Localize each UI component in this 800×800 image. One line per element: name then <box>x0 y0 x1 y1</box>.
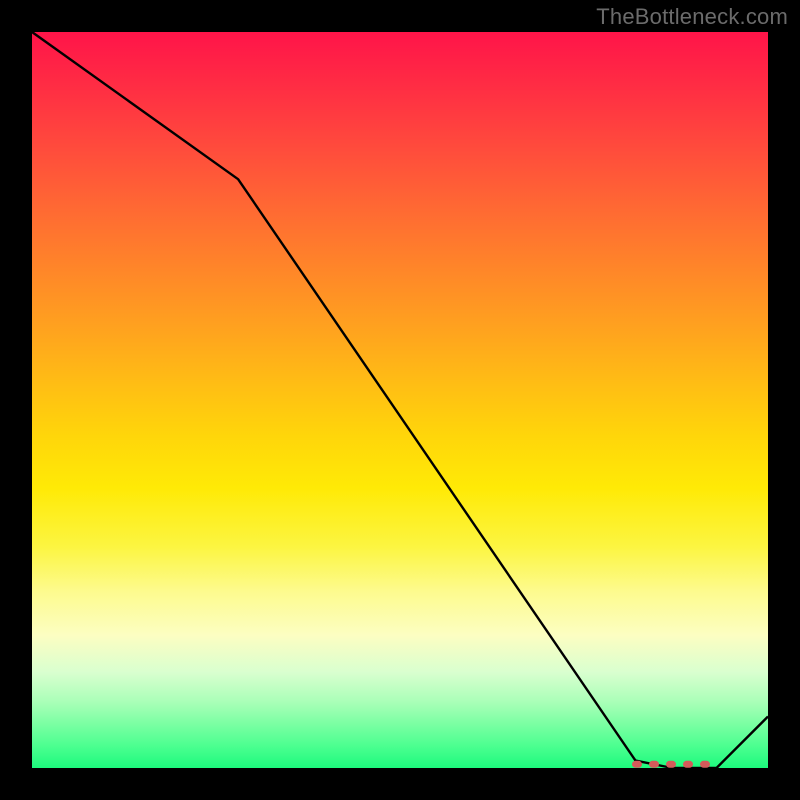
attribution-text: TheBottleneck.com <box>596 4 788 30</box>
chart-frame: TheBottleneck.com <box>0 0 800 800</box>
bottleneck-curve <box>32 32 768 768</box>
chart-overlay-svg <box>32 32 768 768</box>
gradient-plot-area <box>32 32 768 768</box>
